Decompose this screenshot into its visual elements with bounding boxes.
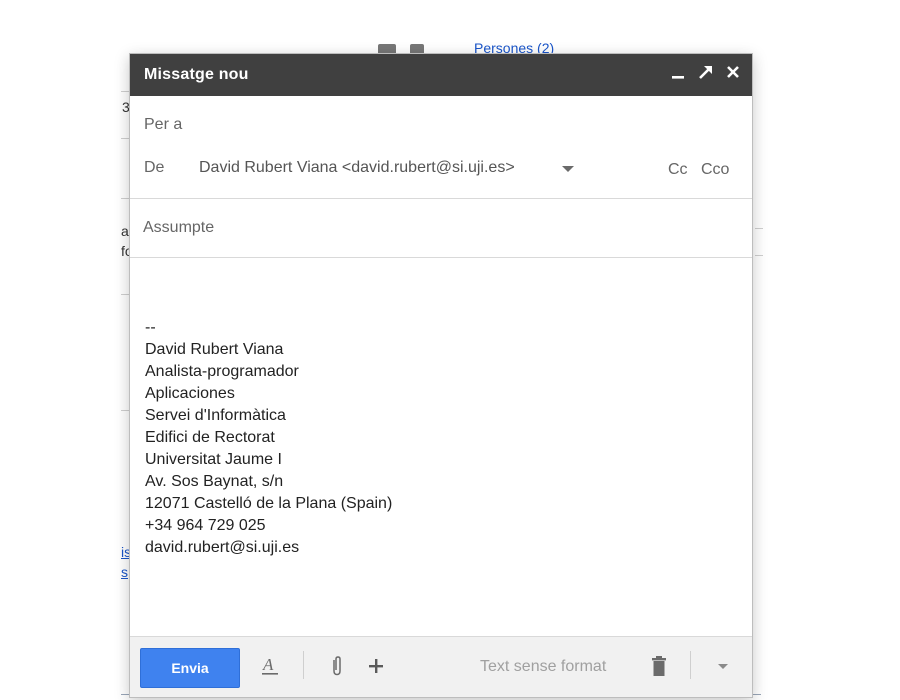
signature-line: david.rubert@si.uji.es — [145, 539, 300, 556]
background-divider — [755, 228, 763, 229]
background-divider — [121, 138, 129, 139]
signature-line: Edifici de Rectorat — [145, 429, 275, 446]
signature-line: Aplicaciones — [145, 385, 235, 402]
subject-input[interactable]: Assumpte — [143, 219, 214, 237]
signature-line: Av. Sos Baynat, s/n — [145, 473, 284, 490]
signature-line: +34 964 729 025 — [145, 517, 266, 534]
bcc-link[interactable]: Cco — [701, 161, 729, 179]
from-dropdown-icon[interactable] — [562, 166, 574, 172]
from-value[interactable]: David Rubert Viana <david.rubert@si.uji.… — [199, 159, 515, 177]
compose-window: Missatge nou Per a De David Rubert Viana… — [129, 53, 753, 698]
text-format-icon[interactable]: A — [260, 655, 280, 677]
background-divider — [121, 91, 129, 92]
signature-line: Universitat Jaume I — [145, 451, 282, 468]
toolbar-separator — [303, 651, 304, 679]
compose-title: Missatge nou — [144, 66, 249, 83]
popout-icon[interactable] — [697, 63, 715, 81]
close-icon[interactable] — [724, 63, 742, 81]
signature-line: Servei d'Informàtica — [145, 407, 286, 424]
signature-line: -- — [145, 319, 156, 336]
subject-divider — [130, 257, 752, 258]
background-divider — [755, 255, 763, 256]
to-field[interactable]: Per a — [144, 116, 182, 134]
background-divider — [121, 198, 129, 199]
background-divider — [121, 294, 129, 295]
minimize-icon[interactable] — [670, 63, 688, 81]
plus-icon[interactable] — [366, 655, 386, 677]
signature-line: 12071 Castelló de la Plana (Spain) — [145, 495, 393, 512]
chevron-down-icon[interactable] — [718, 664, 728, 669]
signature-line: Analista-programador — [145, 363, 299, 380]
signature-line: David Rubert Viana — [145, 341, 284, 358]
from-divider — [130, 198, 752, 199]
message-body[interactable]: -- David Rubert Viana Analista-programad… — [130, 259, 752, 637]
compose-titlebar[interactable]: Missatge nou — [130, 54, 752, 96]
toolbar-separator — [690, 651, 691, 679]
paperclip-icon[interactable] — [327, 655, 347, 677]
background-fragment[interactable]: s — [121, 565, 128, 579]
cc-link[interactable]: Cc — [668, 161, 688, 179]
from-label: De — [144, 159, 165, 176]
plain-text-format-link[interactable]: Text sense format — [480, 658, 606, 676]
compose-toolbar: Envia A Text sense format — [130, 636, 752, 697]
background-divider — [121, 410, 129, 411]
trash-icon[interactable] — [649, 655, 669, 677]
svg-text:A: A — [262, 655, 274, 674]
send-button[interactable]: Envia — [140, 648, 240, 688]
